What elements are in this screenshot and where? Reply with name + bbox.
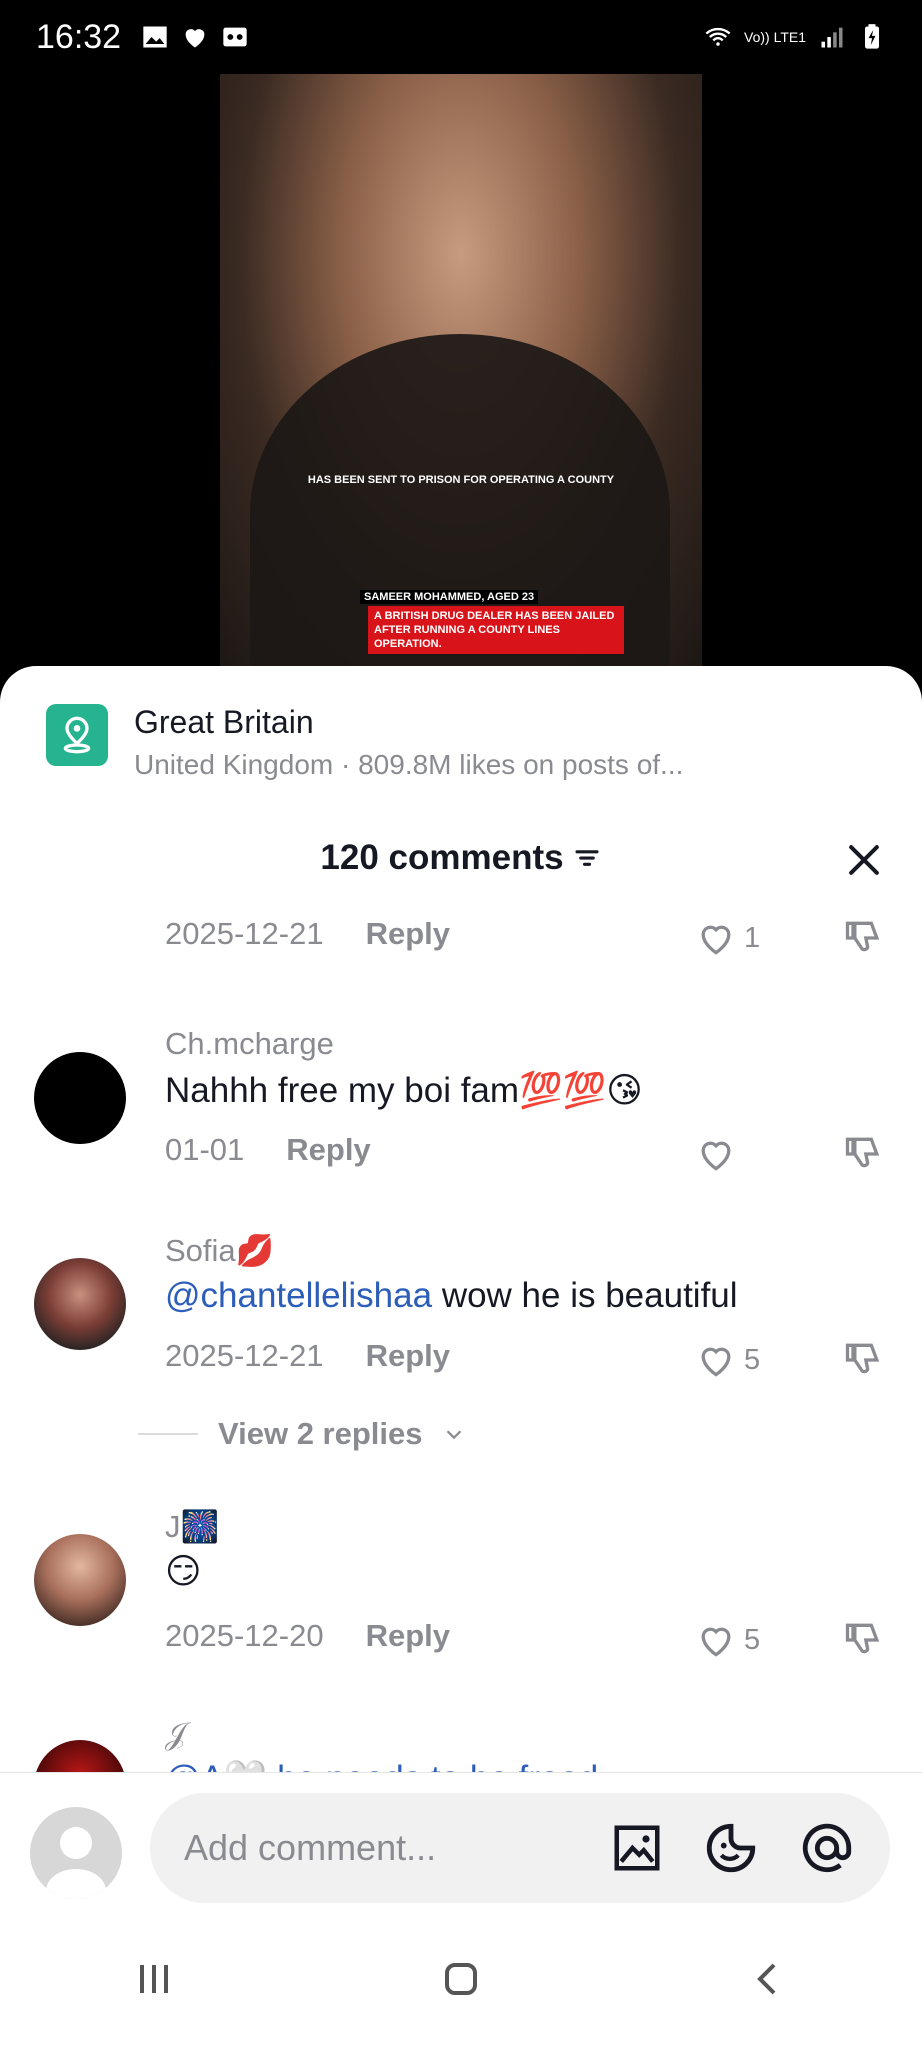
comment-input[interactable]: Add comment... xyxy=(150,1793,890,1903)
like-count: 5 xyxy=(744,1343,761,1376)
heart-outline-icon xyxy=(701,925,731,955)
user-avatar[interactable] xyxy=(30,1807,122,1899)
wifi-icon xyxy=(705,27,731,46)
video-caption-name: SAMEER MOHAMMED, AGED 23 xyxy=(360,590,539,604)
like-button[interactable]: 5 xyxy=(694,1338,760,1382)
heart-outline-icon xyxy=(701,1347,731,1377)
dislike-icon[interactable] xyxy=(842,1618,886,1662)
battery-icon xyxy=(865,24,879,49)
reply-button[interactable]: Reply xyxy=(366,916,450,952)
sticker-icon[interactable] xyxy=(702,1819,760,1877)
like-count: 1 xyxy=(744,921,761,954)
system-nav-bar xyxy=(0,1910,922,2048)
like-button[interactable] xyxy=(694,1132,738,1176)
comment-text-body: wow he is beautiful xyxy=(432,1276,738,1315)
like-count: 5 xyxy=(744,1623,761,1656)
heart-icon xyxy=(185,29,205,48)
comment-text: @chantellelishaa wow he is beautiful xyxy=(165,1276,738,1316)
mention-icon[interactable] xyxy=(798,1819,856,1877)
comment-item: 𝒥 @A🤍 he needs to be freed xyxy=(0,1716,922,1772)
avatar[interactable] xyxy=(34,1740,126,1772)
video-player[interactable]: HAS BEEN SENT TO PRISON FOR OPERATING A … xyxy=(0,74,922,674)
comment-date: 2025-12-21 xyxy=(165,1338,324,1373)
dislike-icon[interactable] xyxy=(842,1338,886,1382)
image-icon[interactable] xyxy=(610,1821,664,1875)
like-button[interactable]: 5 xyxy=(694,1618,760,1662)
location-pin-icon xyxy=(46,704,108,766)
comment-date: 01-01 xyxy=(165,1132,245,1167)
voicemail-icon xyxy=(223,27,247,47)
location-title: Great Britain xyxy=(134,704,314,740)
avatar[interactable] xyxy=(34,1258,126,1350)
comments-count[interactable]: 120 comments xyxy=(320,838,601,878)
like-button[interactable]: 1 xyxy=(694,916,760,960)
reply-button[interactable]: Reply xyxy=(366,1338,450,1374)
heart-outline-icon xyxy=(701,1627,731,1657)
recent-apps-icon[interactable] xyxy=(130,1955,178,2003)
status-time: 16:32 xyxy=(36,17,122,56)
mention-link[interactable]: @chantellelishaa xyxy=(165,1276,432,1315)
comment-username[interactable]: 𝒥 xyxy=(165,1716,186,1753)
comment-date: 2025-12-20 xyxy=(165,1618,324,1653)
comments-count-label: 120 comments xyxy=(320,838,564,877)
dislike-icon[interactable] xyxy=(842,1132,886,1176)
comment-input-placeholder: Add comment... xyxy=(184,1827,437,1868)
video-caption-small: HAS BEEN SENT TO PRISON FOR OPERATING A … xyxy=(307,474,615,486)
sort-icon[interactable] xyxy=(572,843,602,873)
comment-text: 😏 xyxy=(165,1552,202,1591)
chevron-down-icon xyxy=(446,1430,461,1440)
comment-input-bar: Add comment... xyxy=(0,1772,922,1910)
comment-username[interactable]: Ch.mcharge xyxy=(165,1026,334,1062)
back-icon[interactable] xyxy=(744,1955,792,2003)
comments-header: 120 comments xyxy=(0,838,922,888)
comment-text: Nahhh free my boi fam💯💯😘 xyxy=(165,1071,643,1110)
location-subtitle: United Kingdom · 809.8M likes on posts o… xyxy=(134,749,684,780)
comment-text: @A🤍 he needs to be freed xyxy=(165,1758,598,1772)
reply-button[interactable]: Reply xyxy=(366,1618,450,1654)
comment-username[interactable]: J🎆 xyxy=(165,1508,219,1545)
heart-outline-icon xyxy=(701,1141,731,1171)
view-replies-label: View 2 replies xyxy=(218,1416,423,1451)
comment-date: 2025-12-21 xyxy=(165,916,324,951)
status-bar: 16:32 Vo)) LTE1 xyxy=(0,0,922,74)
comment-username[interactable]: Sofia💋 xyxy=(165,1232,274,1269)
video-caption-red: A BRITISH DRUG DEALER HAS BEEN JAILED AF… xyxy=(368,606,624,654)
avatar[interactable] xyxy=(34,1052,126,1144)
gallery-icon xyxy=(143,26,167,48)
video-frame: HAS BEEN SENT TO PRISON FOR OPERATING A … xyxy=(220,74,702,674)
signal-icon xyxy=(821,27,843,48)
view-replies-button[interactable]: View 2 replies xyxy=(138,1416,465,1452)
location-banner[interactable]: Great Britain United Kingdom · 809.8M li… xyxy=(46,704,683,781)
reply-button[interactable]: Reply xyxy=(286,1132,370,1168)
home-icon[interactable] xyxy=(437,1955,485,2003)
network-label: Vo)) LTE1 xyxy=(744,29,806,45)
close-icon[interactable] xyxy=(842,838,886,882)
avatar[interactable] xyxy=(34,1534,126,1626)
divider xyxy=(138,1433,198,1435)
dislike-icon[interactable] xyxy=(842,916,886,960)
default-avatar-icon xyxy=(46,1827,106,1899)
